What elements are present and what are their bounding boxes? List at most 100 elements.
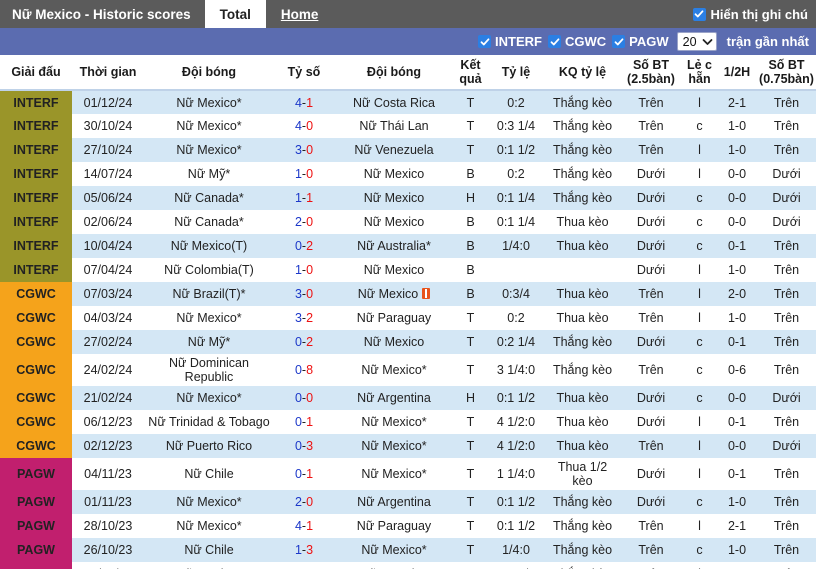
league-badge[interactable]: INTERF xyxy=(0,258,72,282)
over-under-075: Trên xyxy=(757,458,816,490)
handicap-odds: 0:2 xyxy=(487,306,545,330)
league-badge[interactable]: INTERF xyxy=(0,90,72,114)
check-icon[interactable] xyxy=(612,35,626,48)
over-under-075: Trên xyxy=(757,490,816,514)
table-row[interactable]: PAGW 28/10/23 Nữ Mexico* 4-1 Nữ Paraguay T 0:1… xyxy=(0,514,816,538)
result-code: H xyxy=(454,386,487,410)
home-team: Nữ Trinidad & Tobago xyxy=(144,410,274,434)
table-row[interactable]: CGWC 04/03/24 Nữ Mexico* 3-2 Nữ Paraguay T 0:2… xyxy=(0,306,816,330)
over-under-075: Trên xyxy=(757,258,816,282)
match-date: 04/11/23 xyxy=(72,458,144,490)
check-icon[interactable] xyxy=(692,7,706,21)
league-badge[interactable]: INTERF xyxy=(0,114,72,138)
filter-cgwc[interactable]: CGWC xyxy=(548,34,606,49)
table-row[interactable]: INTERF 27/10/24 Nữ Mexico* 3-0 Nữ Venezuela T… xyxy=(0,138,816,162)
table-row[interactable]: INTERF 05/06/24 Nữ Canada* 1-1 Nữ Mexico H 0:1… xyxy=(0,186,816,210)
table-row[interactable]: CGWC 07/03/24 Nữ Brazil(T)* 3-0 Nữ Mexico B 0:… xyxy=(0,282,816,306)
over-under-075: Trên xyxy=(757,562,816,569)
handicap-result: Thắng kèo xyxy=(545,330,620,354)
table-row[interactable]: CGWC 24/02/24 Nữ Dominican Republic 0-8 Nữ M… xyxy=(0,354,816,386)
over-under-075: Trên xyxy=(757,114,816,138)
away-team: Nữ Australia* xyxy=(334,234,454,258)
score-away: 0 xyxy=(306,263,314,277)
over-under-25: Dưới xyxy=(620,162,682,186)
table-row[interactable]: INTERF 07/04/24 Nữ Colombia(T) 1-0 Nữ Mexico… xyxy=(0,258,816,282)
result-code: T xyxy=(454,306,487,330)
result-code: B xyxy=(454,258,487,282)
league-badge[interactable]: CGWC xyxy=(0,282,72,306)
filter-interf[interactable]: INTERF xyxy=(478,34,542,49)
league-badge[interactable]: CGWC xyxy=(0,410,72,434)
table-row[interactable]: PAGW22/10/23Nữ Mexico*7-0Nữ JamaicaT0:1 … xyxy=(0,562,816,569)
odd-even: l xyxy=(682,162,717,186)
score-home: 3 xyxy=(294,287,302,301)
odd-even: l xyxy=(682,138,717,162)
home-team: Nữ Mexico* xyxy=(144,386,274,410)
league-badge[interactable]: CGWC xyxy=(0,330,72,354)
check-icon[interactable] xyxy=(548,35,561,48)
table-row[interactable]: INTERF 14/07/24 Nữ Mỹ* 1-0 Nữ Mexico B 0:2 Thắn… xyxy=(0,162,816,186)
league-badge[interactable]: PAGW xyxy=(0,538,72,562)
col-league: Giải đấu xyxy=(0,55,72,91)
league-badge[interactable]: PAGW xyxy=(0,490,72,514)
handicap-result: Thua kèo xyxy=(545,306,620,330)
league-badge[interactable]: INTERF xyxy=(0,234,72,258)
half-time-score: 1-0 xyxy=(717,306,757,330)
league-badge[interactable]: INTERF xyxy=(0,162,72,186)
over-under-075: Dưới xyxy=(757,434,816,458)
table-row[interactable]: CGWC 02/12/23 Nữ Puerto Rico 0-3 Nữ Mexico* T… xyxy=(0,434,816,458)
table-row[interactable]: INTERF 30/10/24 Nữ Mexico* 4-0 Nữ Thái Lan T 0… xyxy=(0,114,816,138)
score-home: 0 xyxy=(294,391,302,405)
odd-even: l xyxy=(682,90,717,114)
league-badge[interactable]: PAGW xyxy=(0,458,72,490)
table-row[interactable]: PAGW 26/10/23 Nữ Chile 1-3 Nữ Mexico* T 1/4:0 T… xyxy=(0,538,816,562)
odd-even: c xyxy=(682,234,717,258)
match-score: 3-0 xyxy=(274,282,334,306)
league-badge[interactable]: INTERF xyxy=(0,138,72,162)
col-half-time: 1/2H xyxy=(717,55,757,91)
col-ou-075: Số BT (0.75bàn) xyxy=(757,55,816,91)
result-code: T xyxy=(454,434,487,458)
handicap-odds: 0:1 1/2 xyxy=(487,490,545,514)
show-notes-toggle[interactable]: Hiển thị ghi chú xyxy=(692,0,816,28)
col-home-team: Đội bóng xyxy=(144,55,274,91)
handicap-result: Thua kèo xyxy=(545,386,620,410)
historic-scores-page: Nữ Mexico - Historic scores Total Home H… xyxy=(0,0,816,569)
league-badge[interactable]: CGWC xyxy=(0,306,72,330)
over-under-075: Trên xyxy=(757,514,816,538)
odd-even: l xyxy=(682,434,717,458)
match-count-select[interactable]: 20 xyxy=(676,32,717,51)
league-badge[interactable]: PAGW xyxy=(0,514,72,538)
league-badge[interactable]: CGWC xyxy=(0,354,72,386)
table-row[interactable]: INTERF 10/04/24 Nữ Mexico(T) 0-2 Nữ Australi… xyxy=(0,234,816,258)
tab-home[interactable]: Home xyxy=(266,0,334,28)
score-away: 1 xyxy=(306,519,314,533)
half-time-score: 0-0 xyxy=(717,386,757,410)
table-row[interactable]: CGWC 21/02/24 Nữ Mexico* 0-0 Nữ Argentina H 0:… xyxy=(0,386,816,410)
filter-pagw[interactable]: PAGW xyxy=(612,34,669,49)
odd-even: l xyxy=(682,258,717,282)
match-score: 0-1 xyxy=(274,458,334,490)
handicap-odds: 0:2 xyxy=(487,90,545,114)
result-code: T xyxy=(454,330,487,354)
league-badge[interactable]: INTERF xyxy=(0,210,72,234)
league-badge[interactable]: INTERF xyxy=(0,186,72,210)
table-row[interactable]: INTERF 01/12/24 Nữ Mexico* 4-1 Nữ Costa Rica… xyxy=(0,90,816,114)
table-row[interactable]: CGWC 06/12/23 Nữ Trinidad & Tobago 0-1 Nữ Me… xyxy=(0,410,816,434)
league-badge[interactable]: CGWC xyxy=(0,434,72,458)
tab-total[interactable]: Total xyxy=(204,0,266,28)
handicap-result: Thua kèo xyxy=(545,282,620,306)
over-under-25: Trên xyxy=(620,514,682,538)
over-under-25: Trên xyxy=(620,434,682,458)
league-badge[interactable]: CGWC xyxy=(0,386,72,410)
check-icon[interactable] xyxy=(478,35,492,48)
table-row[interactable]: INTERF 02/06/24 Nữ Canada* 2-0 Nữ Mexico B 0:1… xyxy=(0,210,816,234)
home-team: Nữ Mexico* xyxy=(144,490,274,514)
away-team: Nữ Mexico* xyxy=(334,458,454,490)
over-under-25: Trên xyxy=(620,114,682,138)
table-row[interactable]: PAGW 01/11/23 Nữ Mexico* 2-0 Nữ Argentina T 0:… xyxy=(0,490,816,514)
table-row[interactable]: CGWC 27/02/24 Nữ Mỹ* 0-2 Nữ Mexico T 0:2 1/4 Th… xyxy=(0,330,816,354)
league-badge[interactable]: PAGW xyxy=(0,562,72,569)
table-row[interactable]: PAGW 04/11/23 Nữ Chile 0-1 Nữ Mexico* T 1 1/4:… xyxy=(0,458,816,490)
half-time-score: 0-0 xyxy=(717,162,757,186)
